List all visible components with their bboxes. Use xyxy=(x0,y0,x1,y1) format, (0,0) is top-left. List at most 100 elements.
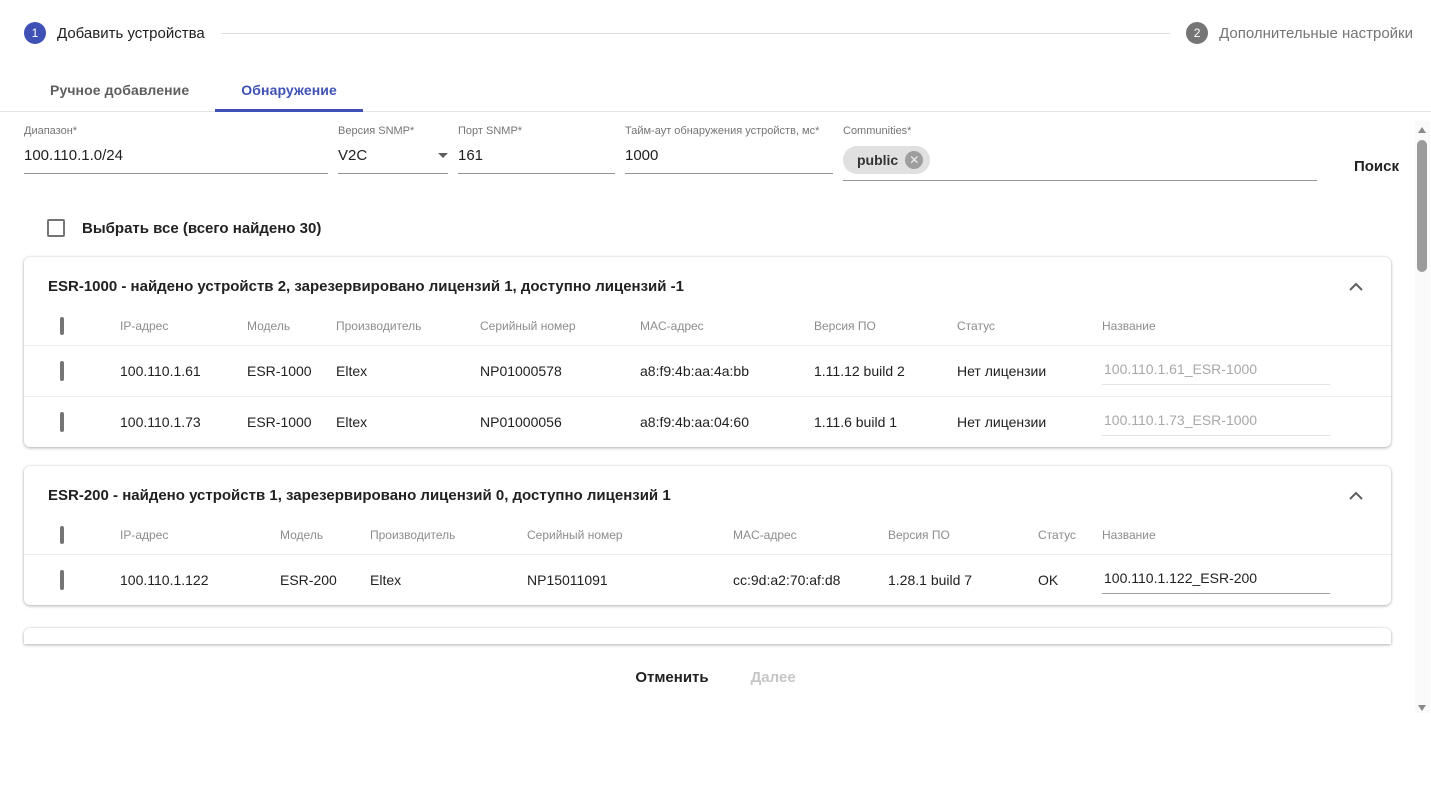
tab-bar: Ручное добавление Обнаружение xyxy=(0,71,1431,112)
table-body: 100.110.1.122 ESR-200 Eltex NP15011091 c… xyxy=(24,554,1391,605)
scroll-down-icon[interactable] xyxy=(1418,705,1426,711)
column-header: Модель xyxy=(247,319,291,333)
device-name-input xyxy=(1102,357,1330,385)
snmp-port-field: Порт SNMP* 161 xyxy=(458,125,615,174)
column-header: MAC-адрес xyxy=(733,528,797,542)
device-name-input[interactable] xyxy=(1102,566,1330,594)
group-title: ESR-200 - найдено устройств 1, зарезерви… xyxy=(48,487,671,504)
cell-vendor: Eltex xyxy=(370,572,402,588)
device-group-card: ESR-200 - найдено устройств 1, зарезерви… xyxy=(24,466,1391,605)
table-row: 100.110.1.61 ESR-1000 Eltex NP01000578 a… xyxy=(24,345,1391,396)
step-additional-settings: 2 Дополнительные настройки xyxy=(1186,22,1413,44)
device-name-input xyxy=(1102,408,1330,436)
group-select-checkbox[interactable] xyxy=(60,317,64,335)
cell-vendor: Eltex xyxy=(336,414,368,430)
step-add-devices: 1 Добавить устройства xyxy=(24,22,205,44)
step-number-badge: 1 xyxy=(24,22,46,44)
snmp-version-value: V2C xyxy=(338,146,368,164)
wizard-stepper: 1 Добавить устройства 2 Дополнительные н… xyxy=(0,0,1431,44)
communities-field: Communities* public ✕ xyxy=(843,125,1317,181)
communities-label: Communities* xyxy=(843,125,912,137)
column-header: Статус xyxy=(1038,528,1076,542)
cell-status: Нет лицензии xyxy=(957,414,1047,430)
timeout-label: Тайм-аут обнаружения устройств, мс* xyxy=(625,125,820,137)
cell-ip: 100.110.1.73 xyxy=(120,414,201,430)
timeout-field: Тайм-аут обнаружения устройств, мс* 1000 xyxy=(625,125,833,174)
column-header: Серийный номер xyxy=(480,319,576,333)
group-select-checkbox[interactable] xyxy=(60,526,64,544)
cell-serial: NP01000056 xyxy=(480,414,562,430)
cell-firmware: 1.28.1 build 7 xyxy=(888,572,973,588)
search-button[interactable]: Поиск xyxy=(1350,152,1403,181)
range-label: Диапазон* xyxy=(24,125,78,137)
cell-ip: 100.110.1.122 xyxy=(120,572,209,588)
column-header: Серийный номер xyxy=(527,528,623,542)
communities-input[interactable]: public ✕ xyxy=(843,144,1317,181)
cell-model: ESR-1000 xyxy=(247,414,312,430)
row-checkbox[interactable] xyxy=(60,361,64,381)
cell-serial: NP15011091 xyxy=(527,572,608,588)
wizard-footer: Отменить Далее xyxy=(0,644,1431,692)
column-header: Модель xyxy=(280,528,324,542)
column-header: Версия ПО xyxy=(888,528,950,542)
column-header: Название xyxy=(1102,319,1156,333)
cell-model: ESR-200 xyxy=(280,572,337,588)
table-header-row: IP-адрес Модель Производитель Серийный номе… xyxy=(24,307,1391,345)
column-header: Производитель xyxy=(370,528,456,542)
cell-ip: 100.110.1.61 xyxy=(120,363,201,379)
table-row: 100.110.1.73 ESR-1000 Eltex NP01000056 a… xyxy=(24,396,1391,447)
chevron-up-icon xyxy=(1349,282,1363,291)
column-header: IP-адрес xyxy=(120,528,169,542)
scroll-up-icon[interactable] xyxy=(1418,127,1426,133)
step-label: Добавить устройства xyxy=(57,24,205,42)
dropdown-arrow-icon xyxy=(438,152,448,158)
collapse-button[interactable] xyxy=(1345,278,1367,295)
row-checkbox[interactable] xyxy=(60,570,64,590)
snmp-port-label: Порт SNMP* xyxy=(458,125,523,137)
cell-firmware: 1.11.12 build 2 xyxy=(814,363,905,379)
column-header: Статус xyxy=(957,319,995,333)
table-body: 100.110.1.61 ESR-1000 Eltex NP01000578 a… xyxy=(24,345,1391,447)
scrollbar-thumb[interactable] xyxy=(1417,140,1427,272)
vertical-scrollbar[interactable] xyxy=(1415,121,1430,713)
snmp-version-label: Версия SNMP* xyxy=(338,125,415,137)
cell-model: ESR-1000 xyxy=(247,363,312,379)
cell-status: OK xyxy=(1038,572,1059,588)
cancel-button[interactable]: Отменить xyxy=(633,663,710,692)
row-checkbox[interactable] xyxy=(60,412,64,432)
select-all-row: Выбрать все (всего найдено 30) xyxy=(0,181,1431,237)
cell-vendor: Eltex xyxy=(336,363,368,379)
snmp-version-field: Версия SNMP* V2C xyxy=(338,125,448,174)
next-group-card-edge xyxy=(24,628,1391,644)
cell-firmware: 1.11.6 build 1 xyxy=(814,414,898,430)
device-group-card: ESR-1000 - найдено устройств 2, зарезерв… xyxy=(24,257,1391,447)
select-all-checkbox[interactable] xyxy=(47,219,65,237)
tab-discovery[interactable]: Обнаружение xyxy=(215,71,363,112)
chip-remove-icon[interactable]: ✕ xyxy=(905,151,924,169)
column-header: Версия ПО xyxy=(814,319,876,333)
cell-mac: a8:f9:4b:aa:04:60 xyxy=(640,414,749,430)
timeout-input[interactable]: 1000 xyxy=(625,144,833,174)
snmp-port-input[interactable]: 161 xyxy=(458,144,615,174)
community-chip: public ✕ xyxy=(843,146,931,174)
column-header: Производитель xyxy=(336,319,422,333)
cell-mac: a8:f9:4b:aa:4a:bb xyxy=(640,363,749,379)
column-header: IP-адрес xyxy=(120,319,169,333)
next-button[interactable]: Далее xyxy=(749,663,798,692)
cell-status: Нет лицензии xyxy=(957,363,1047,379)
table-row: 100.110.1.122 ESR-200 Eltex NP15011091 c… xyxy=(24,554,1391,605)
group-title: ESR-1000 - найдено устройств 2, зарезерв… xyxy=(48,278,684,295)
collapse-button[interactable] xyxy=(1345,487,1367,504)
cell-serial: NP01000578 xyxy=(480,363,562,379)
table-header-row: IP-адрес Модель Производитель Серийный номе… xyxy=(24,516,1391,554)
column-header: MAC-адрес xyxy=(640,319,704,333)
tab-manual-add[interactable]: Ручное добавление xyxy=(24,71,215,111)
chevron-up-icon xyxy=(1349,491,1363,500)
cell-mac: cc:9d:a2:70:af:d8 xyxy=(733,572,841,588)
range-field: Диапазон* 100.110.1.0/24 xyxy=(24,125,328,174)
select-all-label: Выбрать все (всего найдено 30) xyxy=(82,219,322,237)
step-number-badge: 2 xyxy=(1186,22,1209,44)
range-input[interactable]: 100.110.1.0/24 xyxy=(24,144,328,174)
snmp-version-select[interactable]: V2C xyxy=(338,144,448,174)
stepper-connector-line xyxy=(220,32,1171,34)
